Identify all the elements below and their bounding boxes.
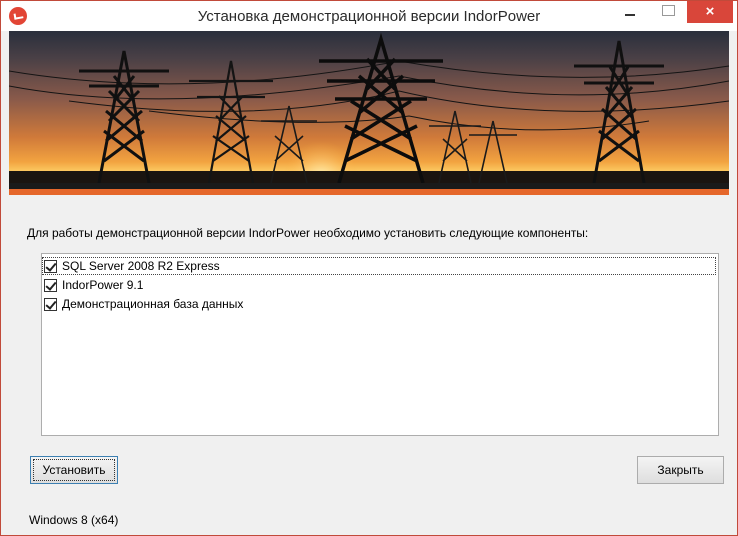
- minimize-button[interactable]: [616, 1, 644, 23]
- sql-server-checkbox[interactable]: [44, 259, 57, 273]
- close-button[interactable]: Закрыть: [637, 456, 724, 484]
- title-bar[interactable]: Установка демонстрационной версии IndorP…: [1, 1, 737, 31]
- install-button[interactable]: Установить: [30, 456, 118, 484]
- banner-image: [9, 31, 729, 183]
- banner-orange-stripe: [9, 189, 729, 195]
- component-item-demo-database[interactable]: Демонстрационная база данных: [44, 296, 243, 312]
- component-label: Демонстрационная база данных: [62, 297, 244, 311]
- components-prompt: Для работы демонстрационной версии Indor…: [27, 226, 589, 240]
- components-list[interactable]: SQL Server 2008 R2 Express IndorPower 9.…: [41, 253, 719, 436]
- component-item-sql-server[interactable]: SQL Server 2008 R2 Express: [42, 257, 716, 275]
- maximize-button[interactable]: [653, 1, 681, 23]
- component-label: SQL Server 2008 R2 Express: [62, 259, 220, 273]
- power-towers-illustration: [9, 32, 729, 183]
- demo-database-checkbox[interactable]: [44, 297, 57, 311]
- component-item-indorpower[interactable]: IndorPower 9.1: [44, 277, 143, 293]
- os-info-label: Windows 8 (x64): [29, 513, 119, 527]
- component-label: IndorPower 9.1: [62, 278, 144, 292]
- indorpower-checkbox[interactable]: [44, 278, 57, 292]
- window-close-button[interactable]: ×: [687, 1, 733, 23]
- close-icon: ×: [705, 3, 715, 20]
- installer-window: Установка демонстрационной версии IndorP…: [0, 0, 738, 536]
